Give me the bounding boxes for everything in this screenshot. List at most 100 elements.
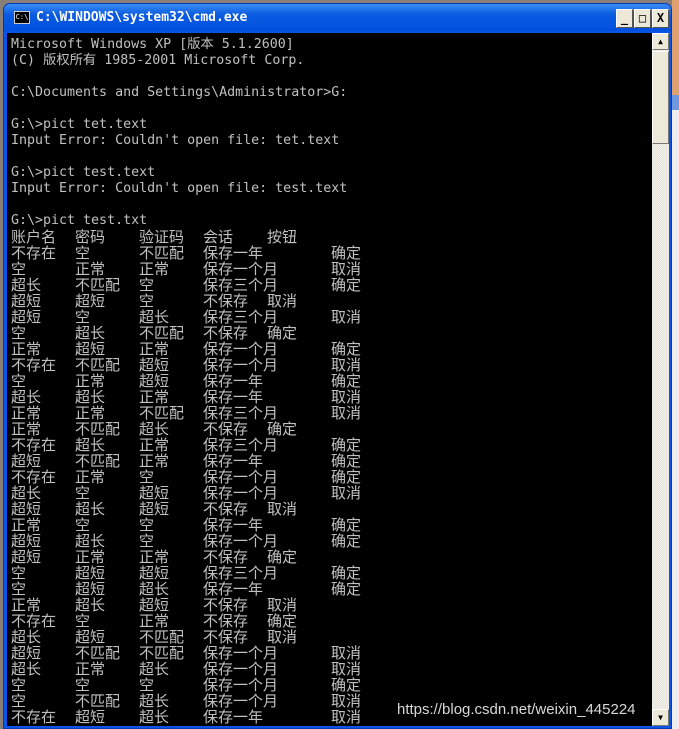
table-cell: 超长 [75,532,106,550]
table-header-cell: 按钮 [267,228,298,246]
table-cell: 超短 [11,644,42,662]
table-cell: 保存一个月 [203,260,279,278]
table-cell: 不匹配 [139,324,185,342]
vertical-scrollbar[interactable]: ▲ ▼ [652,33,669,726]
console-line: Input Error: Couldn't open file: tet.tex… [11,133,340,148]
table-cell: 正常 [139,340,170,358]
maximize-button[interactable]: □ [634,9,651,28]
table-cell: 超长 [75,596,106,614]
scroll-down-button[interactable]: ▼ [652,709,669,726]
scrollbar-thumb[interactable] [652,51,669,144]
table-cell: 保存一年 [203,244,264,262]
table-cell: 不保存 [203,324,249,342]
table-cell: 保存三个月 [203,276,279,294]
table-cell: 取消 [267,292,298,310]
table-cell: 确定 [331,564,362,582]
table-cell: 不匹配 [75,644,121,662]
table-cell: 不保存 [203,596,249,614]
table-cell: 不匹配 [75,420,121,438]
table-cell: 保存一个月 [203,692,279,710]
table-cell: 确定 [267,548,298,566]
title-bar[interactable]: C:\ C:\WINDOWS\system32\cmd.exe _ □ X [4,4,671,31]
table-cell: 空 [139,276,155,294]
table-cell: 取消 [267,596,298,614]
table-cell: 不保存 [203,500,249,518]
scroll-up-button[interactable]: ▲ [652,33,669,50]
table-cell: 空 [11,372,27,390]
table-cell: 确定 [331,436,362,454]
table-cell: 正常 [75,260,106,278]
table-cell: 超短 [75,340,106,358]
table-cell: 保存三个月 [203,308,279,326]
table-cell: 空 [139,532,155,550]
table-cell: 确定 [331,276,362,294]
table-cell: 正常 [75,372,106,390]
table-cell: 不存在 [11,612,57,630]
table-cell: 取消 [331,692,362,710]
table-cell: 确定 [331,372,362,390]
console-line: G:\>pict test.text [11,165,156,180]
table-cell: 不存在 [11,244,57,262]
close-button[interactable]: X [652,9,669,28]
table-cell: 确定 [331,468,362,486]
table-cell: 超短 [11,452,42,470]
table-cell: 保存三个月 [203,404,279,422]
table-cell: 正常 [11,340,42,358]
table-cell: 取消 [331,708,362,726]
table-cell: 超长 [11,660,42,678]
table-cell: 确定 [267,420,298,438]
table-cell: 不匹配 [75,692,121,710]
table-cell: 超短 [139,372,170,390]
table-cell: 超短 [139,500,170,518]
console-line: G:\>pict test.txt [11,213,148,228]
table-cell: 空 [75,244,91,262]
table-cell: 空 [139,468,155,486]
table-cell: 不匹配 [139,628,185,646]
table-cell: 不保存 [203,420,249,438]
table-cell: 超长 [11,388,42,406]
table-cell: 不匹配 [139,244,185,262]
table-cell: 确定 [267,612,298,630]
table-cell: 确定 [331,516,362,534]
table-cell: 取消 [331,260,362,278]
table-cell: 超短 [139,484,170,502]
table-cell: 空 [11,692,27,710]
table-cell: 不保存 [203,292,249,310]
table-cell: 超短 [75,564,106,582]
table-cell: 保存一个月 [203,660,279,678]
table-cell: 超短 [75,628,106,646]
console-line: G:\>pict tet.text [11,117,148,132]
table-cell: 超短 [139,356,170,374]
table-cell: 保存一年 [203,452,264,470]
table-cell: 空 [11,580,27,598]
table-cell: 正常 [11,596,42,614]
table-cell: 超短 [11,500,42,518]
desktop-background [672,0,679,729]
table-cell: 保存一个月 [203,356,279,374]
table-cell: 确定 [331,452,362,470]
table-cell: 超长 [139,580,170,598]
table-cell: 超长 [139,420,170,438]
console-output[interactable]: Microsoft Windows XP [版本 5.1.2600] (C) 版权… [7,33,652,726]
table-cell: 超短 [11,532,42,550]
table-cell: 超短 [11,292,42,310]
table-header-cell: 验证码 [139,228,185,246]
table-cell: 空 [11,564,27,582]
minimize-button[interactable]: _ [616,9,633,28]
watermark: https://blog.csdn.net/weixin_445224 [397,701,636,718]
table-cell: 取消 [331,484,362,502]
console-line: (C) 版权所有 1985-2001 Microsoft Corp. [11,53,305,68]
table-cell: 超长 [75,324,106,342]
table-cell: 空 [75,612,91,630]
table-cell: 正常 [75,404,106,422]
table-cell: 不保存 [203,628,249,646]
table-cell: 保存三个月 [203,436,279,454]
table-cell: 正常 [139,548,170,566]
table-cell: 不匹配 [139,644,185,662]
console-line: Microsoft Windows XP [版本 5.1.2600] [11,37,294,52]
table-header-cell: 会话 [203,228,234,246]
table-cell: 取消 [331,388,362,406]
table-cell: 空 [139,676,155,694]
table-cell: 取消 [331,404,362,422]
table-cell: 超短 [75,580,106,598]
